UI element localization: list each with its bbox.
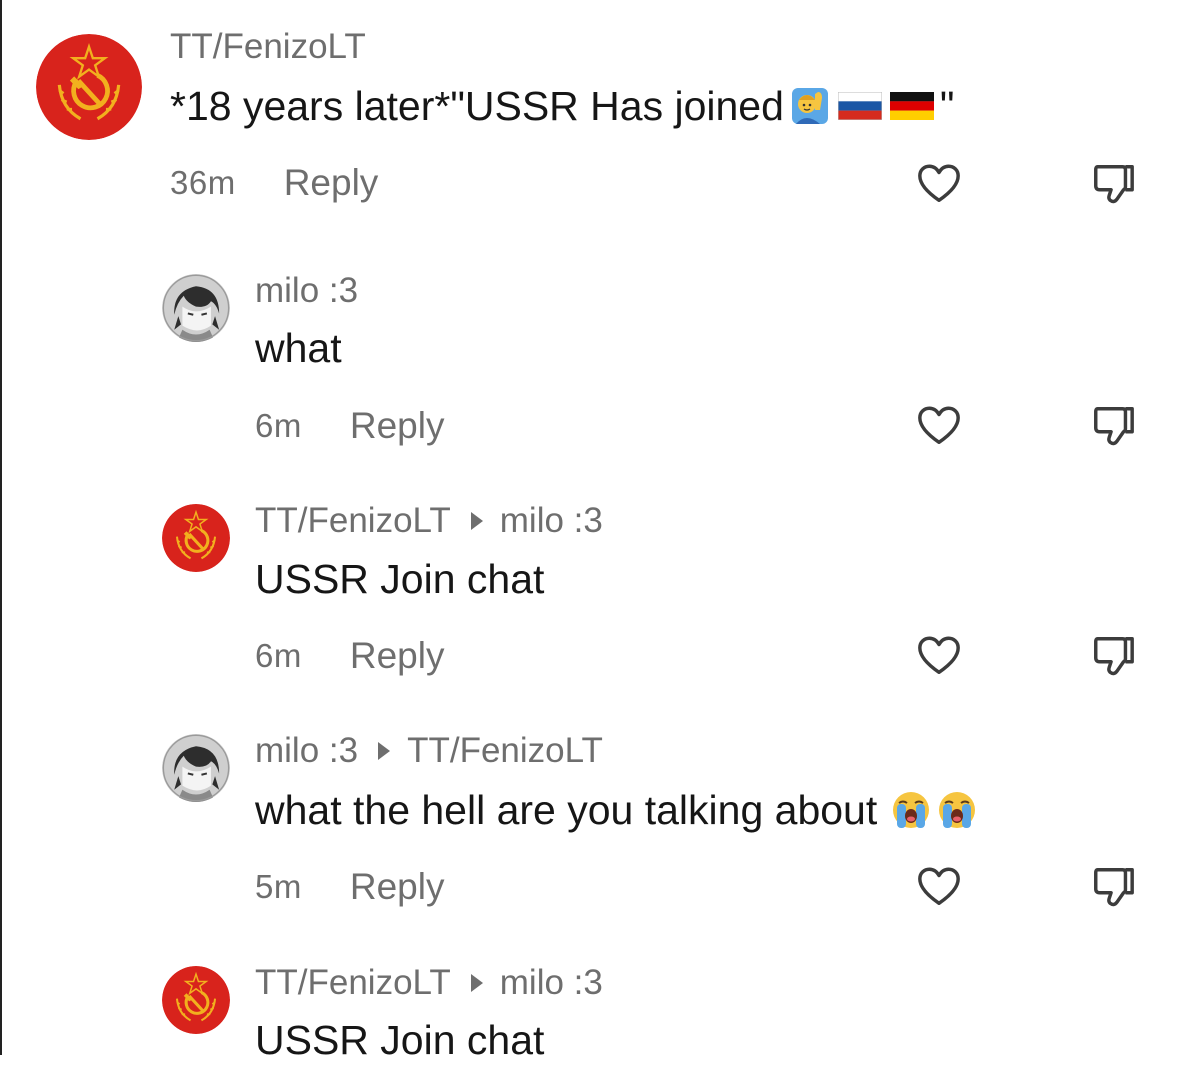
timestamp: 36m [170, 164, 236, 201]
heart-icon[interactable] [916, 161, 962, 207]
comment-text: *18 years later*"USSR Has joined " [170, 80, 954, 132]
avatar-anime-character[interactable] [162, 274, 230, 342]
comment-meta: 6m Reply [255, 403, 444, 449]
avatar-ussr-emblem[interactable] [162, 966, 230, 1034]
heart-icon[interactable] [916, 403, 962, 449]
reply-button[interactable]: Reply [284, 162, 379, 204]
comment-meta: 36m Reply [170, 160, 378, 206]
comment-meta: 5m Reply [255, 864, 444, 910]
reply-to-username[interactable]: TT/FenizoLT [407, 731, 603, 771]
heart-icon[interactable] [916, 864, 962, 910]
username[interactable]: TT/FenizoLT milo :3 [255, 500, 603, 542]
comment-text: USSR Join chat [255, 553, 544, 605]
reply-arrow-icon [470, 974, 483, 992]
username[interactable]: milo :3 TT/FenizoLT [255, 730, 603, 772]
timestamp: 6m [255, 407, 302, 444]
reply-button[interactable]: Reply [350, 635, 445, 677]
username[interactable]: TT/FenizoLT milo :3 [255, 962, 603, 1004]
username-text[interactable]: TT/FenizoLT [255, 501, 451, 541]
left-edge-divider [0, 0, 2, 1055]
comment-text-content: what the hell are you talking about [255, 786, 878, 833]
comment-text: what the hell are you talking about [255, 784, 977, 836]
loudly-crying-face-icon [937, 790, 977, 830]
username-text[interactable]: milo :3 [255, 271, 358, 311]
timestamp: 5m [255, 868, 302, 905]
thumbs-down-icon[interactable] [1090, 161, 1136, 207]
comment-text-suffix: " [939, 82, 955, 129]
comment-text-content: USSR Join chat [255, 555, 545, 602]
reply-arrow-icon [470, 512, 483, 530]
reply-to-username[interactable]: milo :3 [500, 963, 603, 1003]
username[interactable]: milo :3 [255, 270, 358, 312]
comment-text: what [255, 322, 342, 374]
comment-meta: 6m Reply [255, 633, 444, 679]
avatar-anime-character[interactable] [162, 734, 230, 802]
thumbs-down-icon[interactable] [1090, 864, 1136, 910]
username-text[interactable]: milo :3 [255, 731, 358, 771]
timestamp: 6m [255, 637, 302, 674]
avatar-ussr-emblem[interactable] [162, 504, 230, 572]
russia-flag-icon [838, 92, 882, 120]
thumbs-down-icon[interactable] [1090, 403, 1136, 449]
comment-text: USSR Join chat [255, 1014, 544, 1066]
comment-text-content: *18 years later*"USSR Has joined [170, 82, 784, 129]
reply-button[interactable]: Reply [350, 866, 445, 908]
comment-text-content: what [255, 324, 342, 371]
man-raising-hand-icon [790, 86, 830, 126]
comment-text-content: USSR Join chat [255, 1016, 545, 1063]
reply-to-username[interactable]: milo :3 [500, 501, 603, 541]
username-text[interactable]: TT/FenizoLT [170, 27, 366, 67]
thumbs-down-icon[interactable] [1090, 633, 1136, 679]
avatar-ussr-emblem[interactable] [36, 34, 142, 140]
germany-flag-icon [890, 92, 934, 120]
heart-icon[interactable] [916, 633, 962, 679]
reply-arrow-icon [378, 742, 391, 760]
reply-button[interactable]: Reply [350, 405, 445, 447]
loudly-crying-face-icon [891, 790, 931, 830]
username-text[interactable]: TT/FenizoLT [255, 963, 451, 1003]
username[interactable]: TT/FenizoLT [170, 26, 366, 68]
